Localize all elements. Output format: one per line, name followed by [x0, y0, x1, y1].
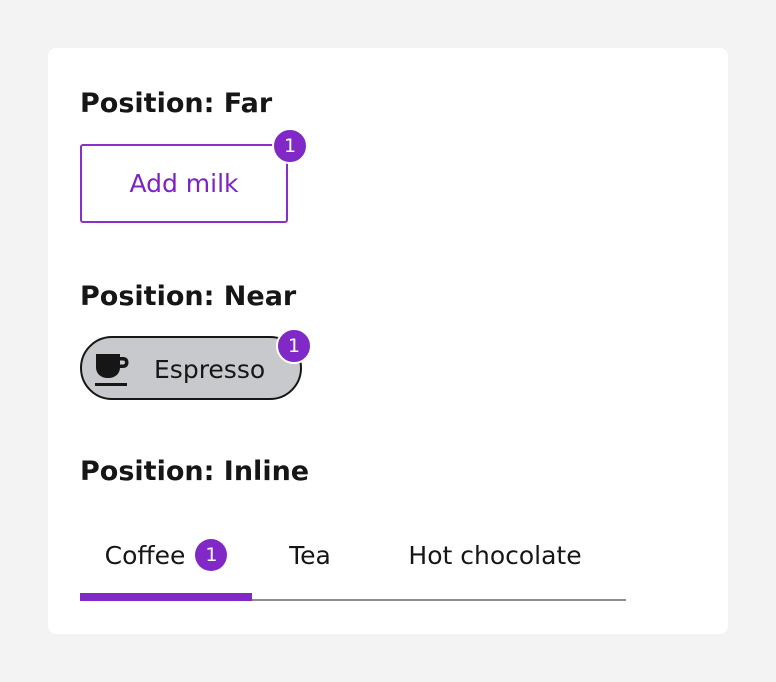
notification-badge-inline: 1 — [195, 539, 228, 571]
tab-tea-label: Tea — [289, 540, 331, 570]
section-title-inline: Position: Inline — [80, 456, 310, 487]
tab-coffee-label: Coffee — [104, 540, 186, 570]
tab-coffee[interactable]: Coffee 1 — [80, 520, 252, 602]
notification-badge-far: 1 — [272, 128, 308, 164]
coffee-cup-icon — [95, 354, 129, 386]
beverage-tabs: Coffee 1 Tea Hot chocolate — [80, 520, 626, 602]
tab-hot-chocolate-label: Hot chocolate — [408, 540, 582, 570]
tab-hot-chocolate[interactable]: Hot chocolate — [368, 520, 622, 602]
add-milk-button-container: Add milk 1 — [80, 128, 308, 223]
espresso-chip-label: Espresso — [154, 355, 266, 384]
espresso-chip[interactable]: Espresso — [80, 336, 302, 400]
notification-badge-near: 1 — [276, 328, 312, 364]
add-milk-button[interactable]: Add milk — [80, 144, 288, 223]
espresso-chip-container: Espresso 1 — [80, 328, 312, 400]
section-title-near: Position: Near — [80, 281, 297, 312]
section-title-far: Position: Far — [80, 88, 273, 119]
active-tab-indicator — [80, 593, 252, 601]
tab-tea[interactable]: Tea — [252, 520, 368, 602]
